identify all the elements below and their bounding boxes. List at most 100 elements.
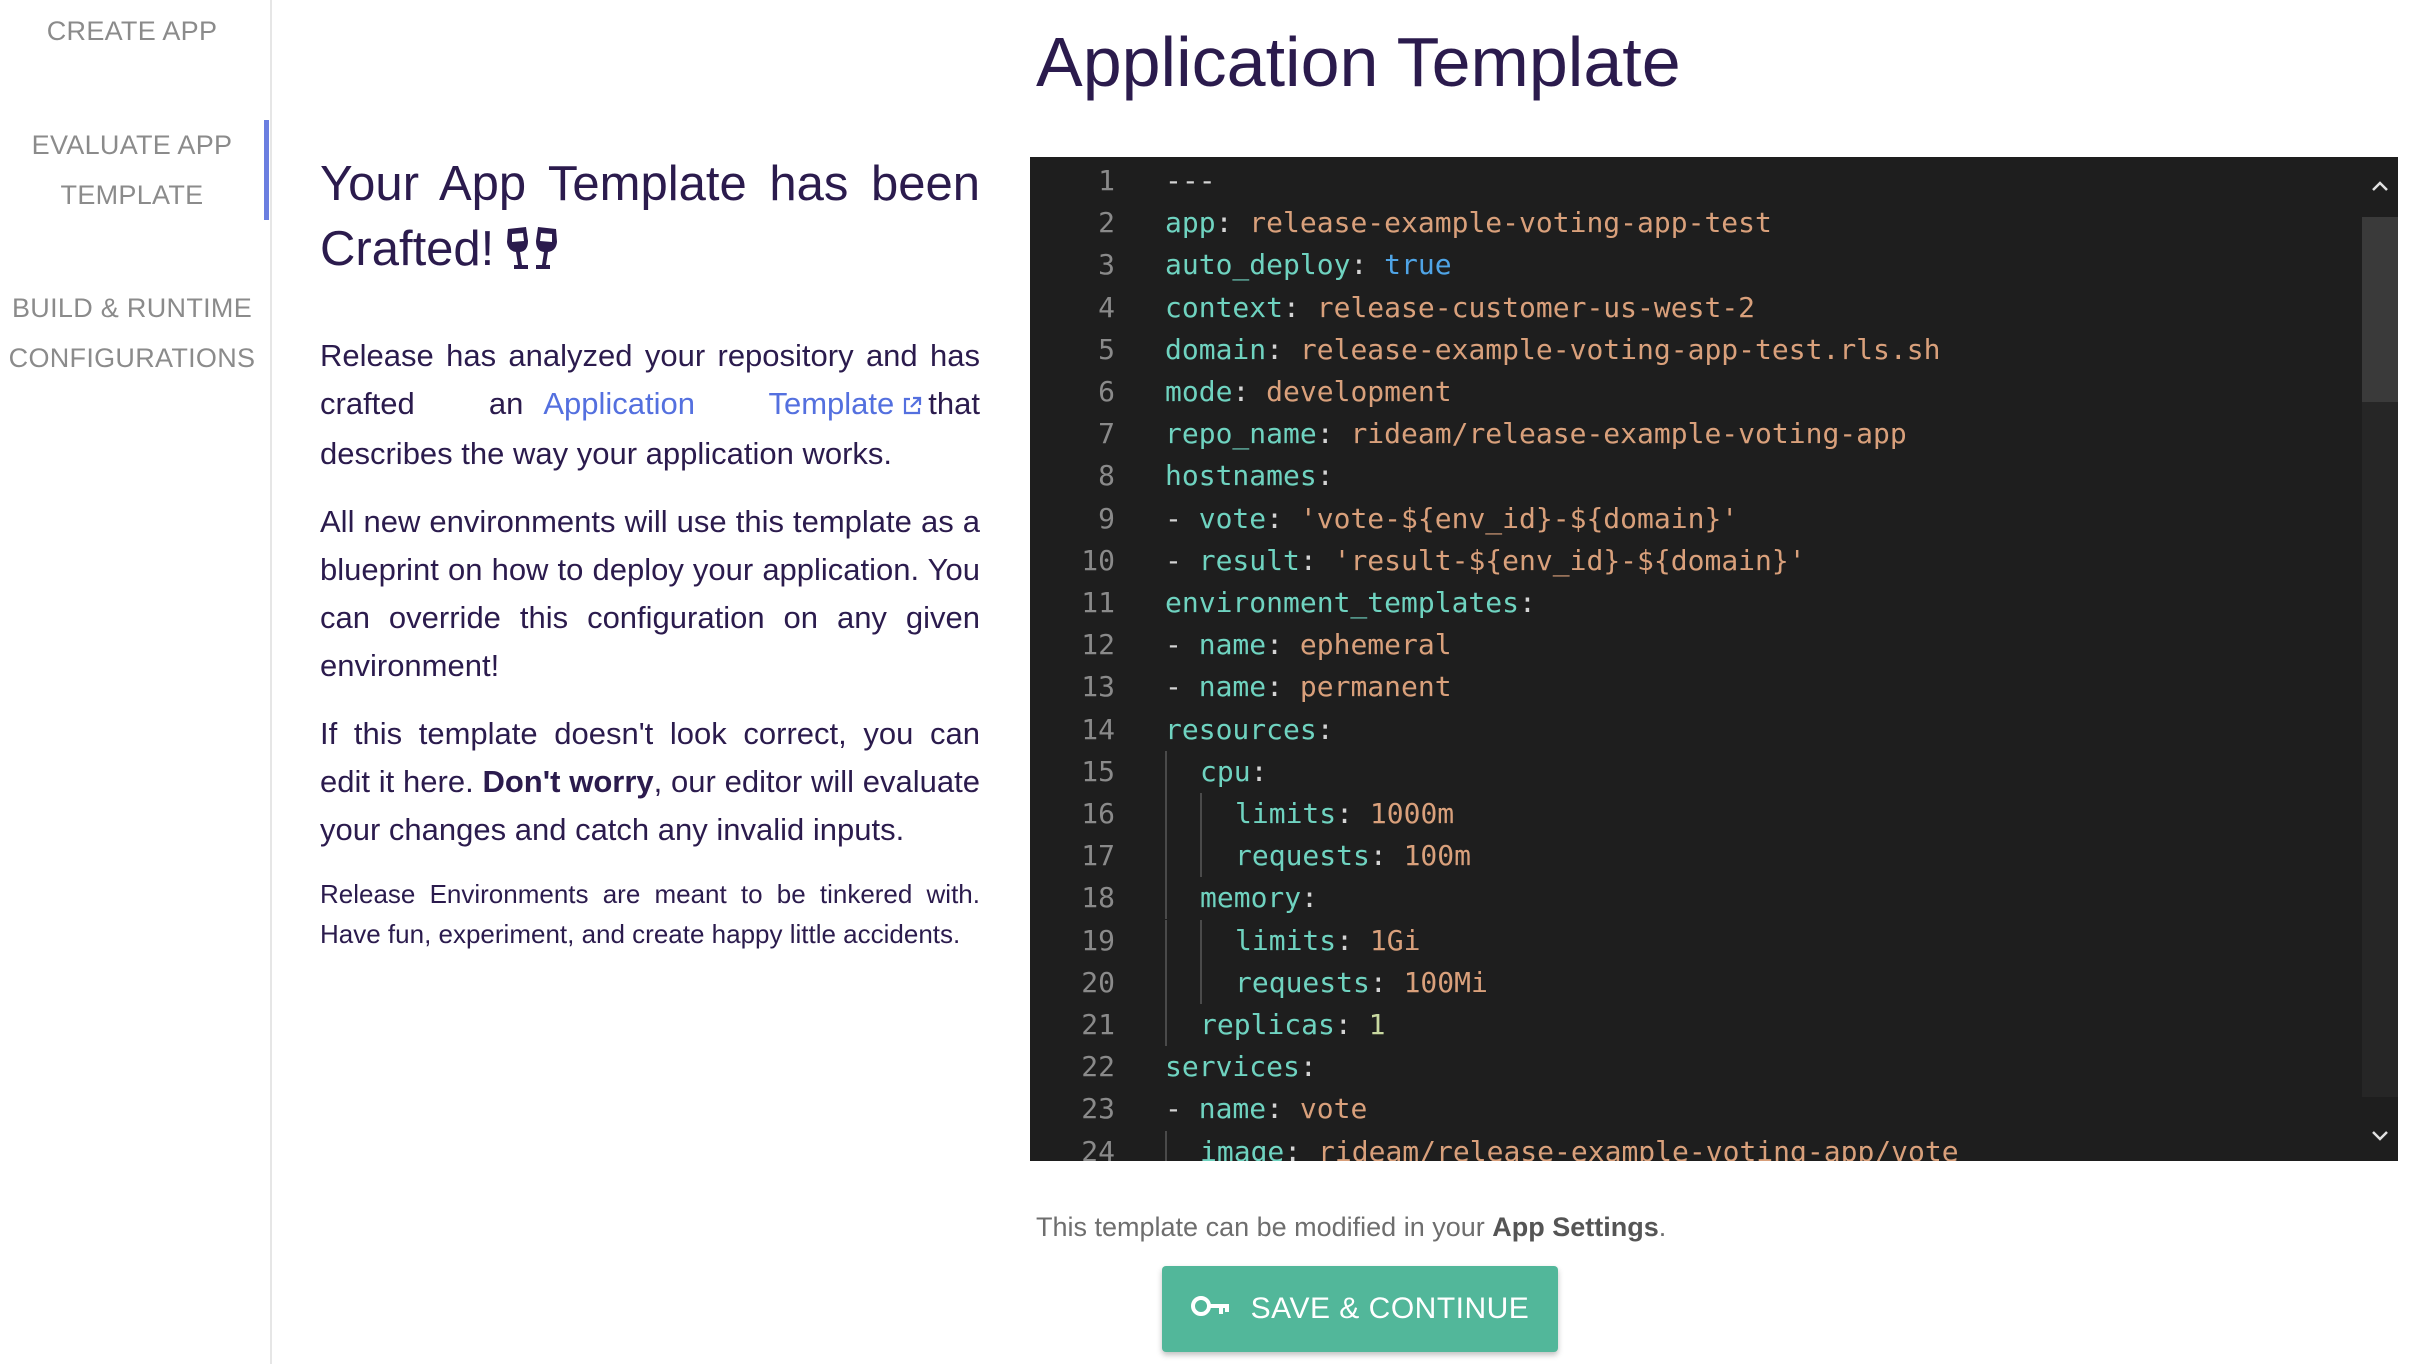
code-token: : — [1266, 670, 1300, 704]
line-number: 16 — [1081, 797, 1115, 830]
line-number: 17 — [1081, 839, 1115, 873]
indent-guide — [1165, 793, 1200, 835]
page-title: Application Template — [1036, 23, 1681, 101]
code-token: name — [1198, 670, 1267, 704]
code-token: resources — [1165, 712, 1317, 746]
code-token: : — [1301, 881, 1319, 915]
editor-scrollbar[interactable] — [2362, 157, 2398, 1161]
indent-guide — [1200, 793, 1235, 835]
line-number: 24 — [1081, 1134, 1115, 1161]
code-token: : — [1284, 1134, 1319, 1161]
line-number: 2 — [1098, 206, 1115, 240]
code-line[interactable]: 5 domain: release-example-voting-app-test… — [1030, 329, 2330, 371]
note-text: This template can be modified in your — [1036, 1212, 1485, 1242]
code-text: context: release-customer-us-west-2 — [1165, 287, 1755, 329]
code-token: : — [1266, 628, 1300, 662]
code-text: services: — [1165, 1046, 1317, 1088]
code-line[interactable]: 22 services: — [1030, 1046, 2330, 1088]
step-label: CREATE APP — [46, 16, 218, 46]
code-line[interactable]: 10 - result: 'result-${env_id}-${domain}' — [1030, 540, 2330, 582]
code-text: requests: 100Mi — [1165, 961, 1488, 1004]
code-line[interactable]: 1 --- — [1030, 160, 2330, 202]
line-number: 22 — [1081, 1050, 1115, 1084]
code-token: development — [1266, 375, 1452, 408]
code-token: : — [1334, 1008, 1369, 1041]
save-and-continue-button[interactable]: SAVE & CONTINUE — [1162, 1266, 1558, 1352]
code-line[interactable]: 16 limits: 1000m — [1030, 793, 2330, 835]
code-token: rideam/release-example-voting-app/vote — [1318, 1134, 1959, 1161]
step-build-runtime-configurations[interactable]: BUILD & RUNTIME CONFIGURATIONS — [0, 283, 264, 383]
code-line[interactable]: 24 image: rideam/release-example-voting-a… — [1030, 1130, 2330, 1161]
code-token: limits — [1235, 797, 1337, 830]
intro-heading-text: Your App Template has been Crafted! — [320, 157, 980, 276]
code-token: : — [1299, 543, 1334, 577]
code-token: rideam/release-example-voting-app — [1350, 417, 1907, 451]
code-line[interactable]: 19 limits: 1Gi — [1030, 919, 2330, 962]
code-line[interactable]: 6 mode: development — [1030, 371, 2330, 413]
code-token: result — [1198, 543, 1300, 577]
line-number: 10 — [1081, 543, 1115, 577]
code-token: : — [1336, 923, 1370, 957]
code-line[interactable]: 20 requests: 100Mi — [1030, 961, 2330, 1004]
code-line[interactable]: 11 environment_templates: — [1030, 582, 2330, 624]
application-template-link[interactable]: Application Template — [543, 386, 922, 421]
indent-guide — [1165, 961, 1200, 1004]
code-line[interactable]: 23 - name: vote — [1030, 1088, 2330, 1130]
yaml-code-editor[interactable]: 24 image: rideam/release-example-voting-a… — [1030, 157, 2398, 1161]
code-line[interactable]: 14 resources: — [1030, 709, 2330, 751]
code-token: release-example-voting-app-test.rls.sh — [1299, 332, 1941, 366]
code-token: domain — [1165, 332, 1267, 366]
step-evaluate-app-template[interactable]: EVALUATE APP TEMPLATE — [0, 120, 269, 220]
code-line[interactable]: 15 cpu: — [1030, 750, 2330, 793]
code-text: repo_name: rideam/release-example-voting… — [1165, 413, 1907, 455]
code-line[interactable]: 2 app: release-example-voting-app-test — [1030, 202, 2330, 244]
link-text: Application Template — [543, 386, 895, 421]
code-line[interactable]: 8 hostnames: — [1030, 455, 2330, 497]
intro-paragraph-3: If this template doesn't look correct, y… — [320, 710, 980, 854]
scroll-thumb[interactable] — [2362, 217, 2398, 402]
code-line[interactable]: 17 requests: 100m — [1030, 835, 2330, 878]
code-text: memory: — [1165, 877, 1319, 920]
indent-guide — [1165, 1130, 1200, 1161]
code-text: mode: development — [1165, 371, 1452, 413]
step-label: EVALUATE APP — [31, 130, 233, 160]
code-token: app — [1165, 206, 1216, 240]
line-number: 1 — [1098, 164, 1115, 197]
code-token: limits — [1235, 923, 1337, 957]
intro-panel: Your App Template has been Crafted! Rele… — [320, 152, 980, 974]
code-line[interactable]: 12 - name: ephemeral — [1030, 624, 2330, 666]
code-line[interactable]: 4 context: release-customer-us-west-2 — [1030, 287, 2330, 329]
code-token: - — [1165, 670, 1199, 704]
code-token: : — [1519, 586, 1536, 619]
code-token: : — [1316, 459, 1334, 493]
line-number: 6 — [1098, 375, 1115, 408]
line-number: 8 — [1098, 459, 1115, 493]
chevron-up-icon[interactable] — [2368, 173, 2392, 197]
code-token: --- — [1165, 164, 1216, 197]
code-line[interactable]: 9 - vote: 'vote-${env_id}-${domain}' — [1030, 498, 2330, 540]
code-token: 'vote-${env_id}-${domain}' — [1299, 501, 1739, 535]
step-create-app[interactable]: CREATE APP — [0, 6, 264, 56]
line-number: 21 — [1081, 1008, 1115, 1041]
save-button-label: SAVE & CONTINUE — [1250, 1292, 1530, 1325]
line-number: 23 — [1081, 1092, 1115, 1126]
code-line[interactable]: 3 auto_deploy: true — [1030, 244, 2330, 286]
code-token: 100Mi — [1403, 965, 1488, 999]
code-token: services — [1165, 1050, 1300, 1084]
line-number: 14 — [1081, 712, 1115, 746]
line-number: 12 — [1081, 628, 1115, 662]
line-number: 3 — [1098, 248, 1115, 282]
code-line[interactable]: 18 memory: — [1030, 877, 2330, 920]
code-line[interactable]: 7 repo_name: rideam/release-example-votin… — [1030, 413, 2330, 455]
code-token: : — [1336, 797, 1370, 830]
chevron-down-icon[interactable] — [2368, 1121, 2392, 1145]
code-token: : — [1266, 501, 1300, 535]
code-token: hostnames — [1165, 459, 1317, 493]
line-number: 9 — [1098, 501, 1115, 535]
indent-guide — [1165, 877, 1200, 920]
code-line[interactable]: 21 replicas: 1 — [1030, 1004, 2330, 1046]
code-line[interactable]: 13 - name: permanent — [1030, 666, 2330, 708]
code-token: : — [1250, 754, 1268, 788]
code-token: : — [1266, 1092, 1300, 1126]
code-text: - name: ephemeral — [1165, 624, 1452, 666]
